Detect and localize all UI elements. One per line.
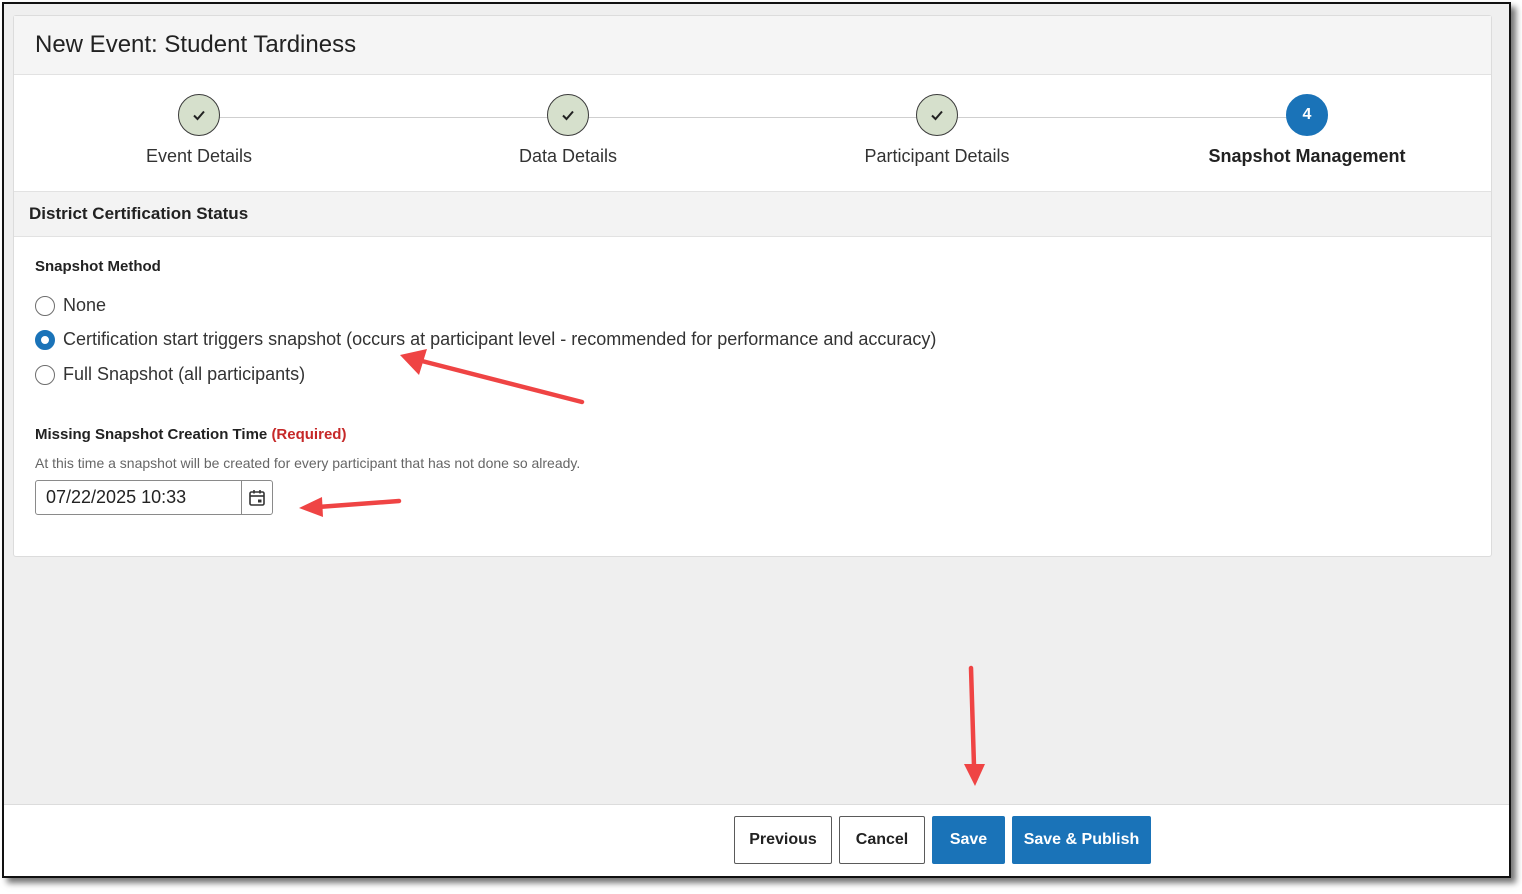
radio-option-certification-start[interactable]: Certification start triggers snapshot (o… xyxy=(35,329,936,350)
wizard-stepper: Event Details Data Details Participant D… xyxy=(14,75,1491,192)
step-number: 4 xyxy=(1286,94,1328,136)
calendar-button[interactable] xyxy=(241,481,272,514)
radio-option-full-snapshot[interactable]: Full Snapshot (all participants) xyxy=(35,364,305,385)
step-event-details[interactable]: Event Details xyxy=(49,94,349,167)
step-data-details[interactable]: Data Details xyxy=(418,94,718,167)
required-indicator: (Required) xyxy=(271,426,347,443)
radio-button[interactable] xyxy=(35,364,55,385)
event-card: New Event: Student Tardiness Event Detai… xyxy=(13,15,1492,557)
checkmark-icon xyxy=(916,94,958,136)
radio-option-none[interactable]: None xyxy=(35,295,106,316)
footer-action-bar: Previous Cancel Save Save & Publish xyxy=(4,804,1509,876)
step-label: Participant Details xyxy=(864,146,1010,166)
window-frame: New Event: Student Tardiness Event Detai… xyxy=(2,2,1511,878)
calendar-icon xyxy=(249,489,265,506)
field-label-text: Missing Snapshot Creation Time xyxy=(35,426,268,443)
step-snapshot-management[interactable]: 4 Snapshot Management xyxy=(1157,94,1457,167)
page-title: New Event: Student Tardiness xyxy=(35,31,357,58)
step-label: Event Details xyxy=(145,146,253,166)
snapshot-datetime-field xyxy=(35,480,273,515)
radio-button[interactable] xyxy=(35,295,55,316)
radio-button[interactable] xyxy=(35,329,55,350)
card-header: New Event: Student Tardiness xyxy=(14,16,1491,75)
previous-button[interactable]: Previous xyxy=(734,816,832,864)
snapshot-method-label: Snapshot Method xyxy=(35,258,161,275)
radio-label: Certification start triggers snapshot (o… xyxy=(63,329,937,349)
datetime-input[interactable] xyxy=(36,481,241,514)
step-label: Data Details xyxy=(518,146,618,166)
checkmark-icon xyxy=(547,94,589,136)
section-title: District Certification Status xyxy=(14,192,1491,237)
step-participant-details[interactable]: Participant Details xyxy=(787,94,1087,167)
checkmark-icon xyxy=(178,94,220,136)
help-text: At this time a snapshot will be created … xyxy=(35,455,581,471)
cancel-button[interactable]: Cancel xyxy=(839,816,925,864)
radio-label: None xyxy=(63,295,107,315)
radio-label: Full Snapshot (all participants) xyxy=(63,364,306,384)
save-publish-button[interactable]: Save & Publish xyxy=(1012,816,1151,864)
save-button[interactable]: Save xyxy=(932,816,1005,864)
step-label: Snapshot Management xyxy=(1208,146,1406,166)
missing-snapshot-label: Missing Snapshot Creation Time (Required… xyxy=(35,426,346,443)
